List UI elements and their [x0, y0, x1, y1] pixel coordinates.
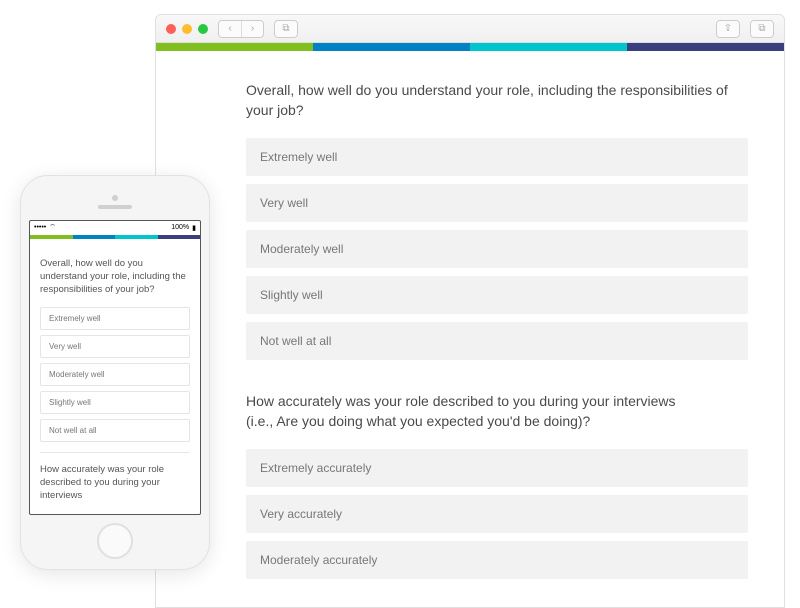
- q2-option[interactable]: Moderately accurately: [246, 541, 748, 579]
- browser-toolbar: ‹ › ⧉ ⇪ ⧉: [156, 15, 784, 43]
- phone-statusbar: ••••• ⌔ 100% ▮: [30, 221, 200, 235]
- color-bar: [156, 43, 784, 51]
- carrier-dots: •••••: [34, 224, 46, 231]
- share-button[interactable]: ⇪: [716, 20, 740, 38]
- q1-option[interactable]: Extremely well: [246, 138, 748, 176]
- close-icon[interactable]: [166, 24, 176, 34]
- q1-option[interactable]: Very well: [246, 184, 748, 222]
- q1-option[interactable]: Slightly well: [246, 276, 748, 314]
- browser-body: Overall, how well do you understand your…: [156, 51, 784, 597]
- nav-buttons: ‹ ›: [218, 20, 264, 38]
- tabs-button[interactable]: ⧉: [750, 20, 774, 38]
- wifi-icon: ⌔: [49, 223, 56, 232]
- window-controls: [166, 24, 208, 34]
- browser-window: ‹ › ⧉ ⇪ ⧉ Overall, how well do you under…: [155, 14, 785, 608]
- phone-divider: [40, 452, 190, 453]
- phone-speaker-icon: [98, 205, 132, 209]
- sidebar-toggle[interactable]: ⧉: [274, 20, 298, 38]
- q1-option[interactable]: Not well at all: [246, 322, 748, 360]
- phone-q1-option[interactable]: Slightly well: [40, 391, 190, 414]
- phone-q1-option[interactable]: Moderately well: [40, 363, 190, 386]
- phone-body: Overall, how well do you understand your…: [30, 239, 200, 514]
- phone-camera-icon: [112, 195, 118, 201]
- q2-option[interactable]: Very accurately: [246, 495, 748, 533]
- forward-button[interactable]: ›: [241, 21, 263, 37]
- share-icon: ⇪: [717, 21, 739, 37]
- phone-top: [29, 184, 201, 220]
- minimize-icon[interactable]: [182, 24, 192, 34]
- phone-home-button[interactable]: [97, 523, 133, 559]
- q2-title-line1: How accurately was your role described t…: [246, 393, 676, 409]
- phone-q1-option[interactable]: Very well: [40, 335, 190, 358]
- battery-pct: 100%: [171, 224, 189, 231]
- phone-q1-option[interactable]: Not well at all: [40, 419, 190, 442]
- back-button[interactable]: ‹: [219, 21, 241, 37]
- battery-icon: ▮: [192, 224, 196, 232]
- tabs-icon: ⧉: [751, 21, 773, 37]
- q2-title: How accurately was your role described t…: [246, 392, 748, 431]
- phone-q2-title: How accurately was your role described t…: [40, 463, 190, 503]
- phone-q1-option[interactable]: Extremely well: [40, 307, 190, 330]
- phone-q1-title: Overall, how well do you understand your…: [40, 257, 190, 297]
- maximize-icon[interactable]: [198, 24, 208, 34]
- phone-mockup: ••••• ⌔ 100% ▮ Overall, how well do you …: [20, 175, 210, 570]
- q2-title-line2: (i.e., Are you doing what you expected y…: [246, 413, 590, 429]
- q1-option[interactable]: Moderately well: [246, 230, 748, 268]
- q2-option[interactable]: Extremely accurately: [246, 449, 748, 487]
- phone-screen: ••••• ⌔ 100% ▮ Overall, how well do you …: [29, 220, 201, 515]
- sidebar-icon: ⧉: [275, 21, 297, 37]
- q1-title: Overall, how well do you understand your…: [246, 81, 748, 120]
